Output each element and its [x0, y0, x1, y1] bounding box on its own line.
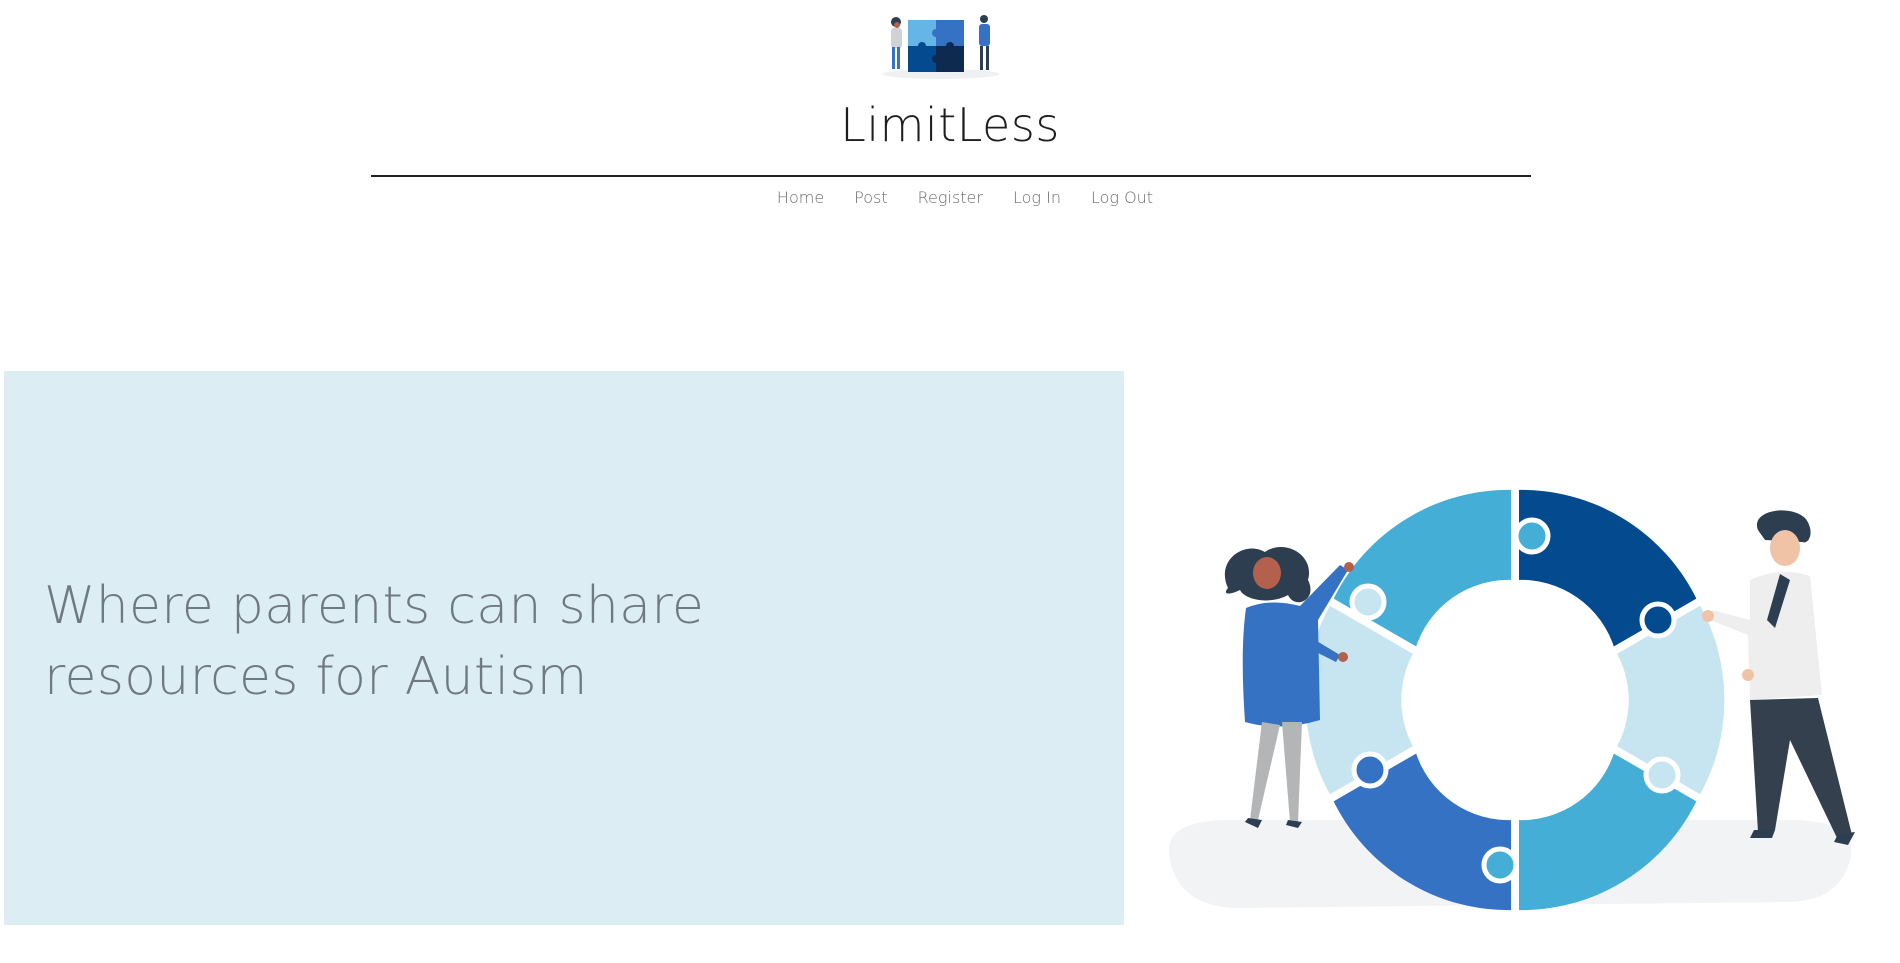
header-divider [371, 175, 1531, 177]
people-with-puzzle-ring-illustration [1150, 470, 1880, 920]
nav-login-link[interactable]: Log In [1013, 188, 1061, 208]
nav-logout-link[interactable]: Log Out [1091, 188, 1153, 208]
main-nav: Home Post Register Log In Log Out [0, 188, 1900, 208]
hero-panel: Where parents can share resources for Au… [4, 371, 1124, 925]
site-title[interactable]: LimitLess [0, 96, 1900, 154]
site-header: LimitLess Home Post Register Log In Log … [0, 0, 1900, 220]
nav-register-link[interactable]: Register [918, 188, 983, 208]
nav-home-link[interactable]: Home [777, 188, 824, 208]
nav-post-link[interactable]: Post [854, 188, 887, 208]
hero-headline: Where parents can share resources for Au… [44, 576, 705, 707]
puzzle-team-logo-icon[interactable] [880, 10, 1002, 80]
